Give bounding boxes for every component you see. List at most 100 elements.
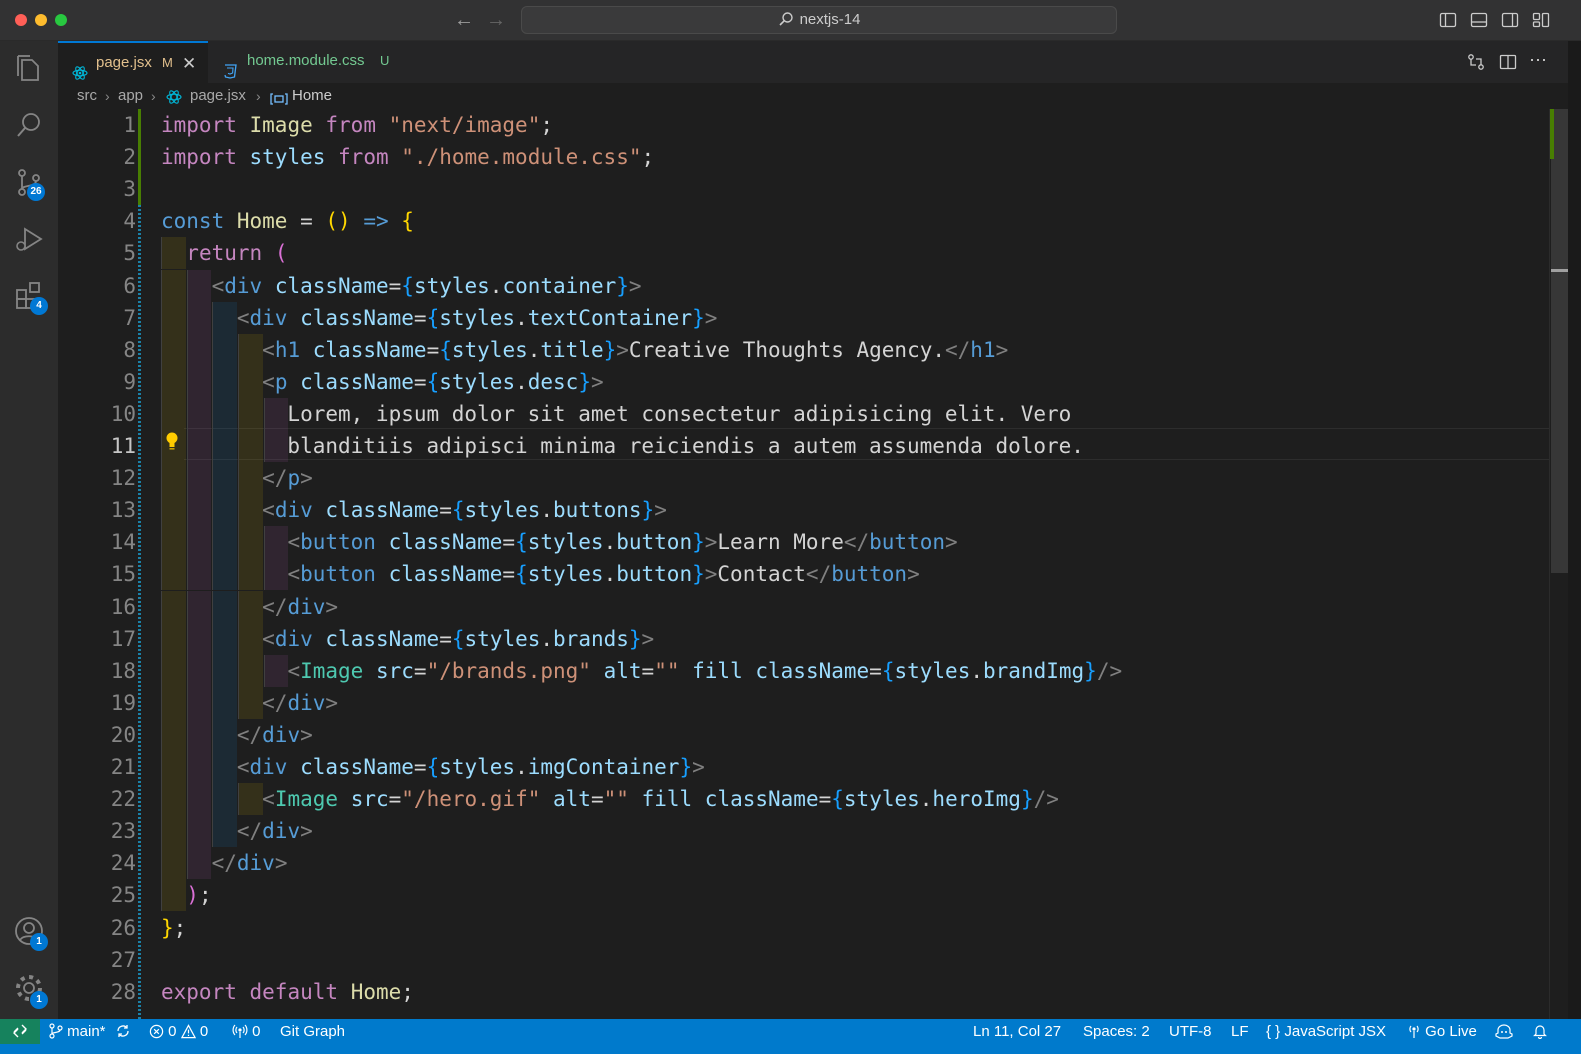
tab-home-module-css[interactable]: home.module.css U: [208, 41, 422, 83]
code-token: button: [300, 530, 376, 555]
command-center-search[interactable]: nextjs-14: [521, 6, 1117, 34]
open-changes-icon[interactable]: [1466, 52, 1486, 72]
back-arrow-icon[interactable]: ←: [454, 8, 474, 32]
line-number[interactable]: 9: [58, 366, 136, 398]
line-number[interactable]: 25: [58, 879, 136, 911]
scrollbar-thumb[interactable]: [1551, 109, 1568, 573]
code-token: (: [274, 241, 288, 266]
problems-indicator[interactable]: 0 0: [149, 1019, 208, 1044]
line-number[interactable]: 2: [58, 141, 136, 173]
breadcrumb-file[interactable]: page.jsx: [190, 83, 246, 109]
line-number[interactable]: 5: [58, 237, 136, 269]
code-token: >: [692, 755, 705, 779]
editor-scrollbar[interactable]: [1549, 109, 1568, 1019]
cursor-position[interactable]: Ln 11, Col 27: [973, 1019, 1061, 1044]
encoding-setting[interactable]: UTF-8: [1169, 1019, 1212, 1044]
explorer-icon[interactable]: [12, 51, 46, 85]
code-line: const Home = () => {: [161, 205, 414, 237]
line-number[interactable]: 19: [58, 687, 136, 719]
indentation-setting[interactable]: Spaces: 2: [1083, 1019, 1150, 1044]
line-number[interactable]: 27: [58, 944, 136, 976]
line-number[interactable]: 28: [58, 976, 136, 1008]
more-actions-icon[interactable]: ⋯: [1529, 51, 1549, 72]
breadcrumb-src[interactable]: src: [77, 83, 97, 109]
code-line: </div>: [161, 687, 338, 719]
line-number[interactable]: 7: [58, 302, 136, 334]
line-number[interactable]: 11: [58, 430, 136, 462]
code-token: >: [616, 337, 629, 362]
line-number[interactable]: 14: [58, 526, 136, 558]
code-token: <: [236, 305, 250, 330]
line-number[interactable]: 22: [58, 783, 136, 815]
line-number[interactable]: 6: [58, 270, 136, 302]
line-number[interactable]: 23: [58, 815, 136, 847]
remote-indicator[interactable]: [0, 1019, 40, 1044]
line-number[interactable]: 8: [58, 334, 136, 366]
close-window-button[interactable]: [15, 14, 27, 26]
line-number[interactable]: 1: [58, 109, 136, 141]
line-number[interactable]: 24: [58, 847, 136, 879]
sync-icon[interactable]: [115, 1019, 131, 1044]
forward-arrow-icon[interactable]: →: [486, 8, 506, 32]
line-number[interactable]: 17: [58, 623, 136, 655]
warning-icon: [180, 1024, 196, 1039]
toggle-primary-sidebar-icon[interactable]: [1439, 11, 1457, 29]
go-live-label: Go Live: [1425, 1023, 1477, 1040]
line-number[interactable]: 26: [58, 912, 136, 944]
code-line: </div>: [161, 591, 338, 623]
customize-layout-icon[interactable]: [1532, 11, 1550, 29]
line-number[interactable]: 16: [58, 591, 136, 623]
line-number[interactable]: 15: [58, 558, 136, 590]
breadcrumb-symbol[interactable]: Home: [292, 83, 332, 109]
line-number[interactable]: 20: [58, 719, 136, 751]
search-icon[interactable]: [12, 108, 46, 142]
line-number[interactable]: 12: [58, 462, 136, 494]
code-token: .: [603, 530, 617, 555]
code-token: Home: [350, 979, 402, 1004]
chevron-right-icon: ›: [151, 88, 156, 104]
copilot-icon[interactable]: [1495, 1019, 1513, 1044]
language-mode[interactable]: { } JavaScript JSX: [1266, 1019, 1386, 1044]
breadcrumb-app[interactable]: app: [118, 83, 143, 109]
code-token: {: [401, 273, 414, 298]
code-token: div: [236, 851, 275, 876]
line-number[interactable]: 4: [58, 205, 136, 237]
toggle-secondary-sidebar-icon[interactable]: [1501, 11, 1519, 29]
code-token: import: [161, 145, 237, 170]
code-token: <: [287, 658, 301, 683]
line-number[interactable]: 3: [58, 173, 136, 205]
code-token: >: [590, 369, 604, 394]
code-token: =: [869, 658, 882, 683]
git-graph-button[interactable]: Git Graph: [280, 1019, 345, 1044]
code-token: <: [211, 273, 225, 298]
code-token: }: [578, 369, 591, 394]
line-number[interactable]: 13: [58, 494, 136, 526]
code-token: className: [312, 337, 427, 362]
code-token: container: [502, 273, 617, 298]
eol-setting[interactable]: LF: [1231, 1019, 1249, 1044]
bell-icon[interactable]: [1532, 1019, 1548, 1044]
code-editor[interactable]: 1 2 3 4 5 6 7 8 9 10 11 12 13 14 15 16 17 18 19 20 21 22 23 24 2…: [58, 109, 1549, 1019]
line-number[interactable]: 18: [58, 655, 136, 687]
code-line: </div>: [161, 719, 313, 751]
go-live-button[interactable]: Go Live: [1407, 1019, 1477, 1044]
split-editor-icon[interactable]: [1498, 52, 1518, 72]
run-debug-icon[interactable]: [12, 222, 46, 256]
branch-indicator[interactable]: main*: [49, 1019, 106, 1044]
close-icon[interactable]: ✕: [182, 43, 196, 85]
tab-page-jsx[interactable]: page.jsx M ✕: [58, 41, 208, 83]
minimize-window-button[interactable]: [35, 14, 47, 26]
code-token: "": [603, 787, 629, 812]
zoom-window-button[interactable]: [55, 14, 67, 26]
code-token: p: [274, 369, 288, 394]
line-number[interactable]: 10: [58, 398, 136, 430]
ports-indicator[interactable]: 0: [232, 1019, 261, 1044]
code-token: </: [262, 466, 288, 491]
line-number[interactable]: 21: [58, 751, 136, 783]
toggle-panel-icon[interactable]: [1470, 11, 1488, 29]
